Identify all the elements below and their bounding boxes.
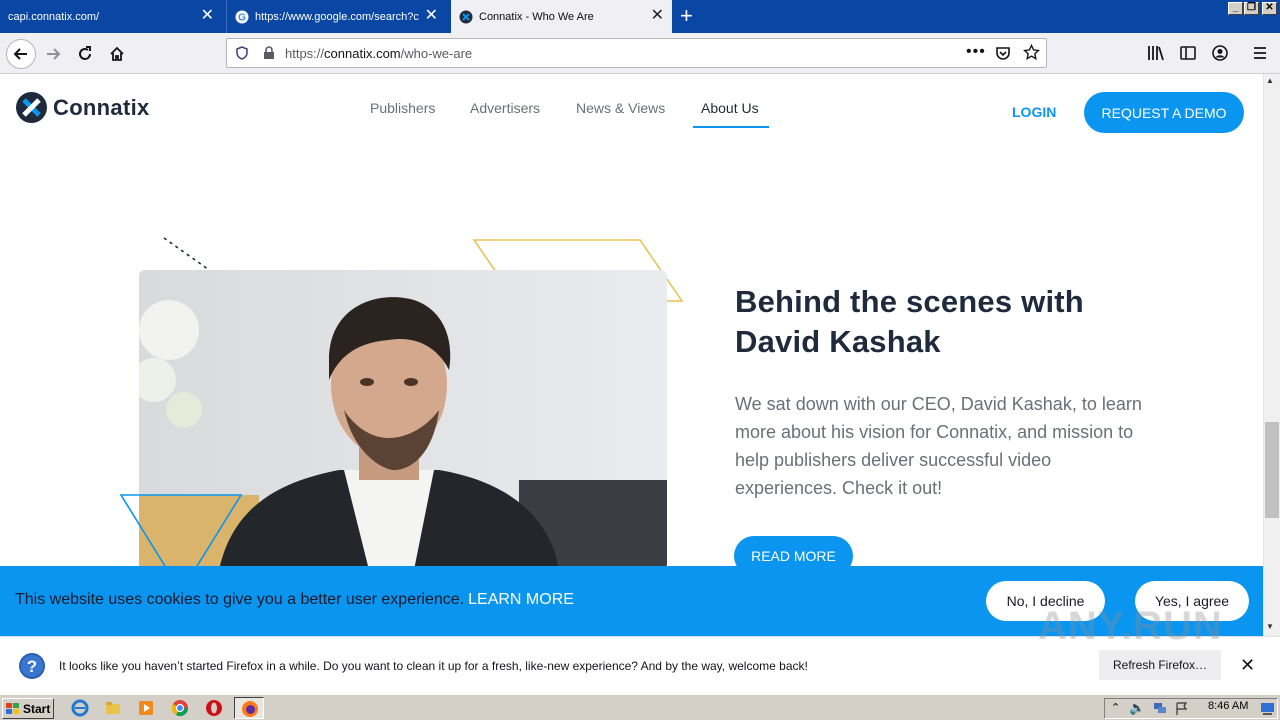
svg-text:?: ? [27,657,37,676]
windows-logo-icon [6,702,19,714]
brand-name: Connatix [53,94,150,120]
tab-title: capi.connatix.com/ [8,10,100,23]
login-link[interactable]: LOGIN [1012,104,1056,120]
lock-icon[interactable] [263,46,275,60]
section-body: We sat down with our CEO, David Kashak, … [735,394,1142,498]
home-button[interactable] [104,41,130,67]
restore-button[interactable]: ❐ [1244,2,1259,15]
notification-message: It looks like you haven’t started Firefo… [59,659,808,673]
request-demo-button[interactable]: REQUEST A DEMO [1084,92,1244,133]
scroll-up-icon[interactable]: ▲ [1266,76,1274,85]
nav-about-us[interactable]: About Us [701,100,759,116]
taskbar: Start ⌃ 🔈 8:46 AM [0,694,1280,720]
opera-icon[interactable] [205,699,223,717]
connatix-logo-icon [16,92,47,123]
close-tab-icon[interactable]: ✕ [425,8,438,24]
flag-icon[interactable] [1175,702,1189,715]
menu-hamburger-icon[interactable] [1253,46,1267,60]
close-tab-icon[interactable]: ✕ [201,8,214,24]
url-text[interactable]: https://connatix.com/who-we-are [285,46,472,61]
reload-icon [79,46,91,60]
refresh-firefox-button[interactable]: Refresh Firefox… [1099,650,1221,680]
nav-news-views[interactable]: News & Views [576,100,665,116]
chrome-icon[interactable] [171,699,189,717]
media-player-icon[interactable] [137,699,155,717]
firefox-icon [242,701,258,717]
tab-strip: capi.connatix.com/ ✕ G https://www.googl… [0,0,1280,33]
cookie-text: This website uses cookies to give you a … [15,591,465,608]
tab-title: Connatix - Who We Are [479,10,594,23]
close-tab-icon[interactable]: ✕ [651,8,664,24]
navigation-toolbar: https://connatix.com/who-we-are ••• [0,33,1280,74]
account-icon[interactable] [1212,45,1228,61]
learn-more-link[interactable]: LEARN MORE [468,591,574,608]
page-actions-icon[interactable]: ••• [966,43,986,61]
tab-google[interactable]: G https://www.google.com/search?c ✕ [226,0,446,33]
section-heading: Behind the scenes with David Kashak [735,284,1084,359]
system-tray: ⌃ 🔈 [1104,698,1278,719]
close-notification-icon[interactable]: ✕ [1240,655,1255,676]
new-tab-button[interactable]: + [680,4,693,28]
network-icon[interactable] [1153,702,1167,715]
file-explorer-icon[interactable] [104,699,122,717]
tracking-protection-shield-icon[interactable] [235,46,249,60]
question-icon: ? [19,653,45,679]
decorative-triangle [119,494,243,572]
close-window-button[interactable]: ✕ [1262,2,1277,15]
start-button[interactable]: Start [2,698,54,719]
tab-capi[interactable]: capi.connatix.com/ ✕ [0,0,222,33]
home-icon [110,46,124,61]
action-center-icon[interactable] [1260,702,1275,715]
cookie-message: This website uses cookies to give you a … [15,591,574,609]
watermark: ANY.RUN [1038,604,1223,648]
vertical-scrollbar[interactable]: ▲ ▼ [1263,74,1280,636]
internet-explorer-icon[interactable] [71,699,89,717]
tab-title: https://www.google.com/search?c [255,10,419,23]
back-button[interactable] [6,39,36,69]
nav-advertisers[interactable]: Advertisers [470,100,540,116]
scroll-down-icon[interactable]: ▼ [1266,622,1274,631]
tray-expand-icon[interactable]: ⌃ [1111,701,1120,714]
back-arrow-icon [13,48,27,60]
reload-button[interactable] [72,41,98,67]
forward-button[interactable] [40,41,66,67]
pocket-icon[interactable] [995,45,1011,61]
start-label: Start [23,701,51,716]
web-page: Connatix Publishers Advertisers News & V… [0,74,1263,636]
bookmark-star-icon[interactable] [1023,44,1040,61]
active-nav-underline [693,126,769,128]
library-icon[interactable] [1147,45,1165,61]
google-icon: G [235,10,249,23]
connatix-favicon-icon [459,10,473,23]
volume-icon[interactable]: 🔈 [1129,700,1145,716]
forward-arrow-icon [47,48,61,60]
connatix-logo[interactable]: Connatix [16,92,150,123]
sidebar-icon[interactable] [1180,45,1196,61]
nav-publishers[interactable]: Publishers [370,100,435,116]
clock: 8:46 AM [1208,700,1249,712]
minimize-button[interactable]: _ [1228,2,1243,15]
firefox-taskbar-button[interactable] [234,697,264,719]
url-bar[interactable]: https://connatix.com/who-we-are ••• [226,38,1047,68]
scrollbar-thumb[interactable] [1265,422,1279,518]
svg-text:G: G [238,12,246,23]
tab-connatix[interactable]: Connatix - Who We Are ✕ [451,0,672,33]
